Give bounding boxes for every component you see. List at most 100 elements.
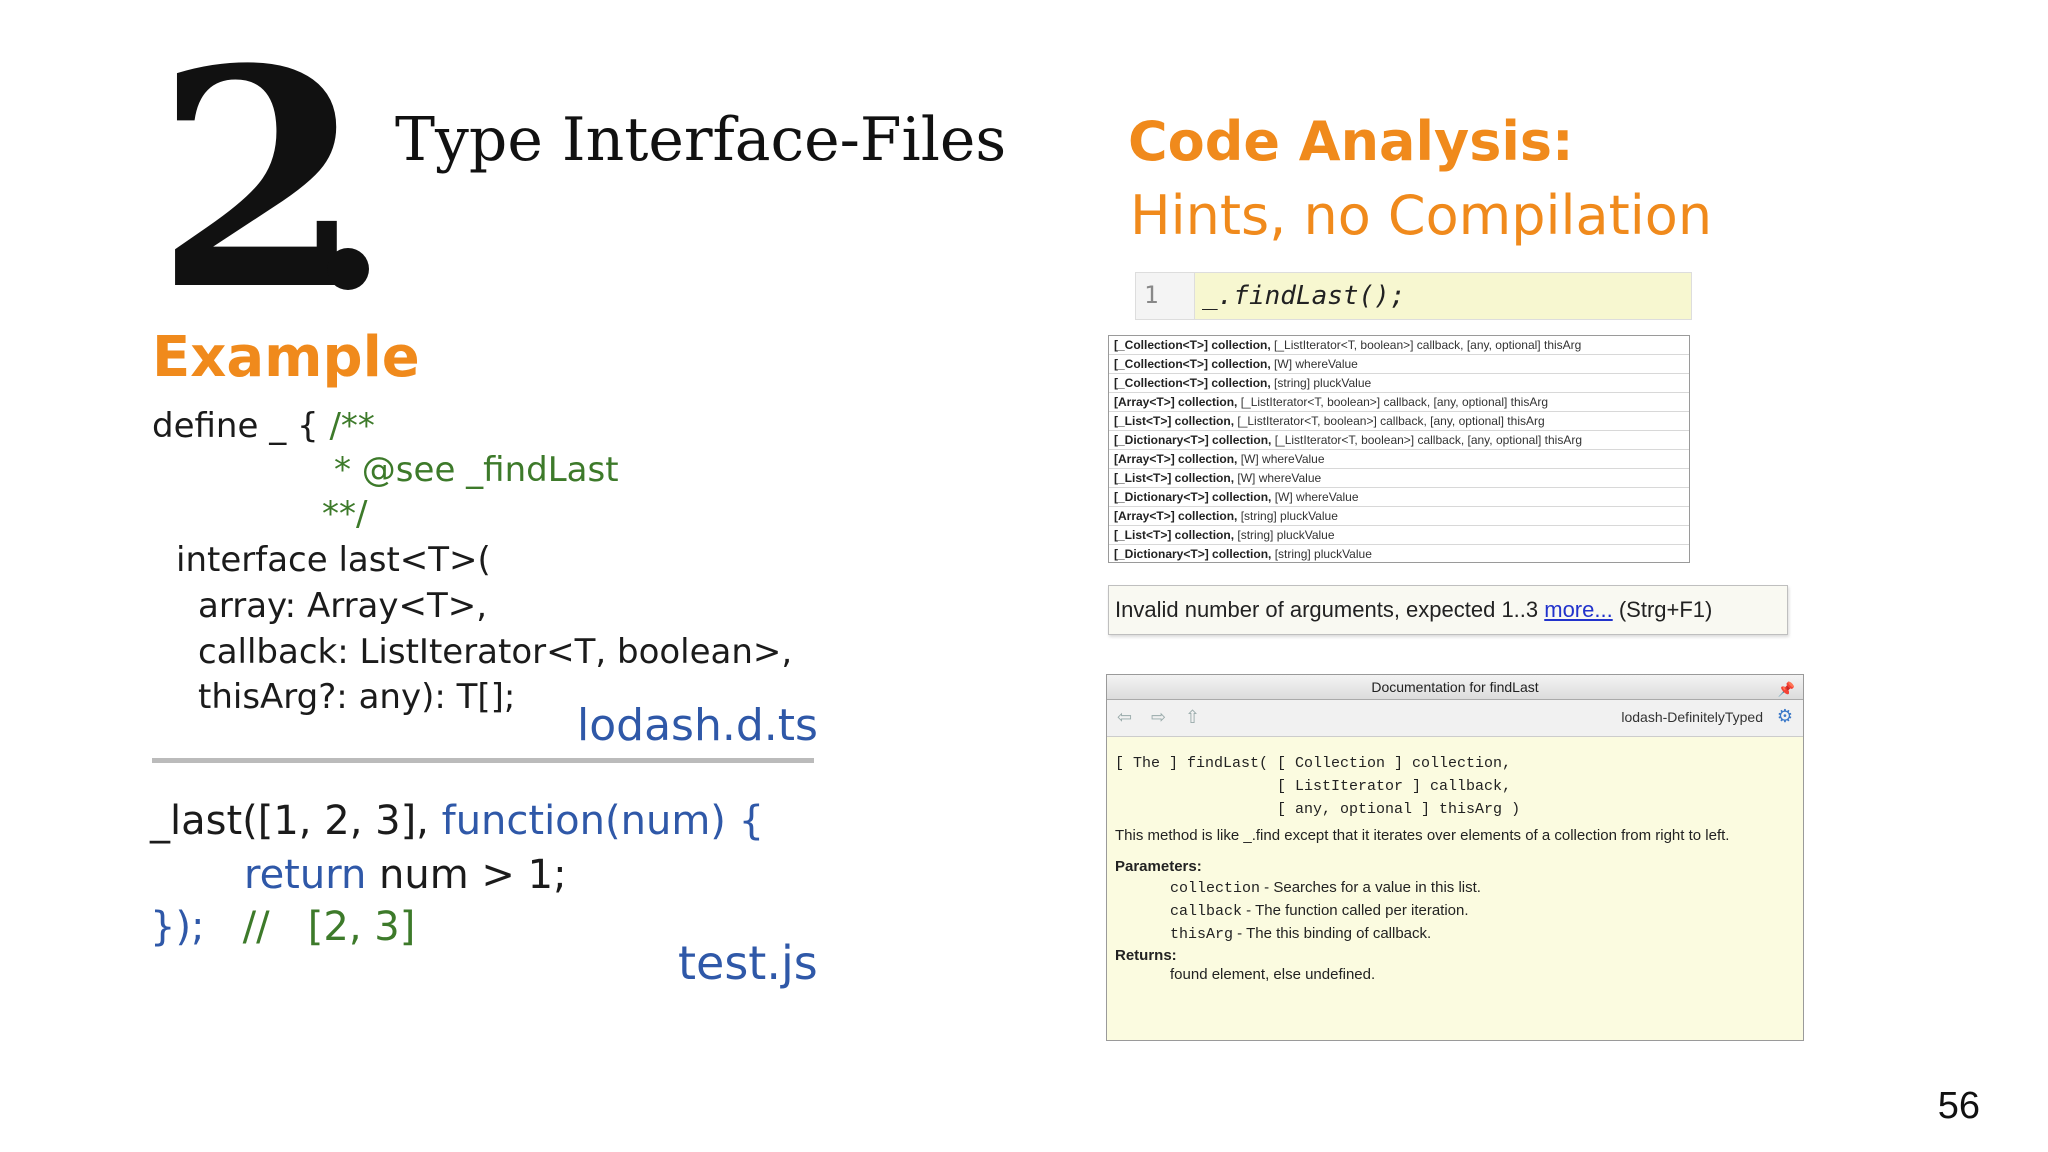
hint-message: Invalid number of arguments, expected 1.… [1115, 597, 1545, 622]
completion-row-rest: [_ListIterator<T, boolean>] callback, [a… [1234, 414, 1545, 428]
doc-param-desc: - The this binding of callback. [1233, 925, 1432, 942]
js-return-keyword: return [244, 852, 367, 898]
completion-row-type: [Array<T>] collection, [1114, 509, 1238, 523]
line-number: 1 [1144, 281, 1159, 309]
completion-row[interactable]: [_List<T>] collection, [string] pluckVal… [1109, 526, 1689, 545]
completion-row[interactable]: [_List<T>] collection, [_ListIterator<T,… [1109, 412, 1689, 431]
js-result-comment: // [2, 3] [204, 904, 416, 950]
completion-row-type: [_List<T>] collection, [1114, 414, 1235, 428]
gear-icon[interactable]: ⚙ [1777, 706, 1793, 727]
filename-test-js: test.js [678, 936, 818, 990]
doc-returns-label: Returns: [1115, 947, 1177, 964]
documentation-panel: Documentation for findLast 📌 ⇦ ⇨ ⇧ lodas… [1106, 674, 1804, 1041]
completion-row-type: [_Collection<T>] collection, [1114, 338, 1271, 352]
pin-icon[interactable]: 📌 [1778, 677, 1795, 701]
heading-example: Example [152, 325, 420, 390]
doc-toolbar: ⇦ ⇨ ⇧ lodash-DefinitelyTyped ⚙ [1107, 700, 1803, 737]
doc-param-name: thisArg [1170, 926, 1234, 943]
completion-row[interactable]: [Array<T>] collection, [string] pluckVal… [1109, 507, 1689, 526]
ts-comment-open: /** [318, 406, 375, 446]
editor-code-line[interactable]: _.findLast(); [1202, 281, 1406, 311]
completion-row[interactable]: [_Collection<T>] collection, [W] whereVa… [1109, 355, 1689, 374]
doc-description: This method is like _.find except that i… [1115, 827, 1730, 844]
parameter-info-popup[interactable]: [_Collection<T>] collection, [_ListItera… [1108, 335, 1690, 563]
completion-row-rest: [W] whereValue [1237, 452, 1325, 466]
hint-more-link[interactable]: more... [1544, 597, 1612, 622]
doc-param-name: callback [1170, 903, 1243, 920]
editor-gutter: 1 [1136, 273, 1195, 319]
arrow-right-icon[interactable]: ⇨ [1151, 707, 1166, 728]
doc-title-bar: Documentation for findLast 📌 [1107, 675, 1803, 700]
ts-param-thisarg: thisArg?: any): T[]; [198, 677, 516, 717]
js-close: }); [150, 904, 205, 950]
completion-row-type: [_Collection<T>] collection, [1114, 357, 1271, 371]
ts-interface-line: interface last<T>( [176, 540, 491, 580]
heading-code-analysis: Code Analysis: [1128, 110, 1574, 173]
completion-row-type: [_List<T>] collection, [1114, 528, 1235, 542]
doc-signature-1: [ The ] findLast( [ Collection ] collect… [1115, 755, 1512, 772]
ts-comment-close: **/ [322, 494, 368, 534]
ts-param-callback: callback: ListIterator<T, boolean>, [198, 632, 793, 672]
completion-row[interactable]: [_Dictionary<T>] collection, [_ListItera… [1109, 431, 1689, 450]
js-last-call: _last([1, 2, 3], [150, 798, 442, 844]
slide-number-dot [327, 248, 369, 290]
code-editor[interactable]: 1 _.findLast(); [1135, 272, 1692, 320]
completion-row-type: [_List<T>] collection, [1114, 471, 1235, 485]
completion-row-type: [Array<T>] collection, [1114, 452, 1238, 466]
doc-param-name: collection [1170, 880, 1261, 897]
doc-params-label: Parameters: [1115, 858, 1202, 875]
doc-title: Documentation for findLast [1371, 679, 1539, 695]
doc-body: [ The ] findLast( [ Collection ] collect… [1115, 755, 1795, 983]
completion-row[interactable]: [_Collection<T>] collection, [string] pl… [1109, 374, 1689, 393]
doc-param-collection: collection - Searches for a value in thi… [1170, 879, 1795, 897]
completion-row-type: [_Dictionary<T>] collection, [1114, 547, 1272, 561]
error-hint-tooltip: Invalid number of arguments, expected 1.… [1108, 585, 1788, 635]
completion-row-type: [_Dictionary<T>] collection, [1114, 490, 1272, 504]
js-return-expr: num > 1; [366, 852, 567, 898]
completion-row-type: [_Dictionary<T>] collection, [1114, 433, 1272, 447]
doc-param-thisarg: thisArg - The this binding of callback. [1170, 925, 1795, 943]
completion-row-rest: [string] pluckValue [1237, 509, 1338, 523]
ts-line-1: define _ { /** [152, 406, 375, 446]
doc-returns-desc: found element, else undefined. [1170, 966, 1376, 983]
completion-row-rest: [W] whereValue [1271, 490, 1359, 504]
arrow-left-icon[interactable]: ⇦ [1117, 707, 1132, 728]
slide-number-large: 2 [155, 3, 364, 356]
completion-row-rest: [string] pluckValue [1270, 376, 1372, 390]
slide-title: Type Interface-Files [395, 105, 1007, 175]
js-line-2: return num > 1; [244, 852, 567, 898]
completion-row[interactable]: [Array<T>] collection, [_ListIterator<T,… [1109, 393, 1689, 412]
completion-row-type: [_Collection<T>] collection, [1114, 376, 1271, 390]
hint-shortcut: (Strg+F1) [1612, 597, 1713, 622]
doc-param-desc: - The function called per iteration. [1242, 902, 1469, 919]
doc-param-callback: callback - The function called per itera… [1170, 902, 1795, 920]
completion-row[interactable]: [Array<T>] collection, [W] whereValue [1109, 450, 1689, 469]
doc-signature-2: [ ListIterator ] callback, [1115, 778, 1512, 795]
ts-param-array: array: Array<T>, [198, 586, 488, 626]
completion-row-rest: [_ListIterator<T, boolean>] callback, [a… [1271, 433, 1582, 447]
completion-row-rest: [string] pluckValue [1271, 547, 1372, 561]
js-line-1: _last([1, 2, 3], function(num) { [150, 798, 764, 844]
filename-lodash-dts: lodash.d.ts [577, 700, 818, 751]
js-line-3: }); // [2, 3] [150, 904, 415, 950]
completion-row[interactable]: [_Dictionary<T>] collection, [string] pl… [1109, 545, 1689, 562]
completion-row[interactable]: [_List<T>] collection, [W] whereValue [1109, 469, 1689, 488]
completion-row-rest: [W] whereValue [1234, 471, 1322, 485]
page-number: 56 [1937, 1085, 1980, 1127]
arrow-up-icon[interactable]: ⇧ [1185, 707, 1200, 728]
ts-define: define _ { [152, 406, 319, 446]
hint-text-line: Invalid number of arguments, expected 1.… [1115, 597, 1712, 623]
completion-row[interactable]: [_Dictionary<T>] collection, [W] whereVa… [1109, 488, 1689, 507]
doc-source-label[interactable]: lodash-DefinitelyTyped [1621, 709, 1763, 725]
completion-row-type: [Array<T>] collection, [1114, 395, 1238, 409]
completion-row-rest: [_ListIterator<T, boolean>] callback, [a… [1237, 395, 1548, 409]
completion-row-rest: [string] pluckValue [1234, 528, 1335, 542]
completion-row[interactable]: [_Collection<T>] collection, [_ListItera… [1109, 336, 1689, 355]
doc-signature-3: [ any, optional ] thisArg ) [1115, 801, 1521, 818]
ts-comment-see: * @see _findLast [334, 450, 619, 490]
code-divider [152, 758, 814, 763]
js-function-keyword: function(num) { [441, 798, 765, 844]
heading-hints: Hints, no Compilation [1130, 184, 1713, 247]
completion-row-rest: [_ListIterator<T, boolean>] callback, [a… [1270, 338, 1582, 352]
completion-row-rest: [W] whereValue [1270, 357, 1358, 371]
